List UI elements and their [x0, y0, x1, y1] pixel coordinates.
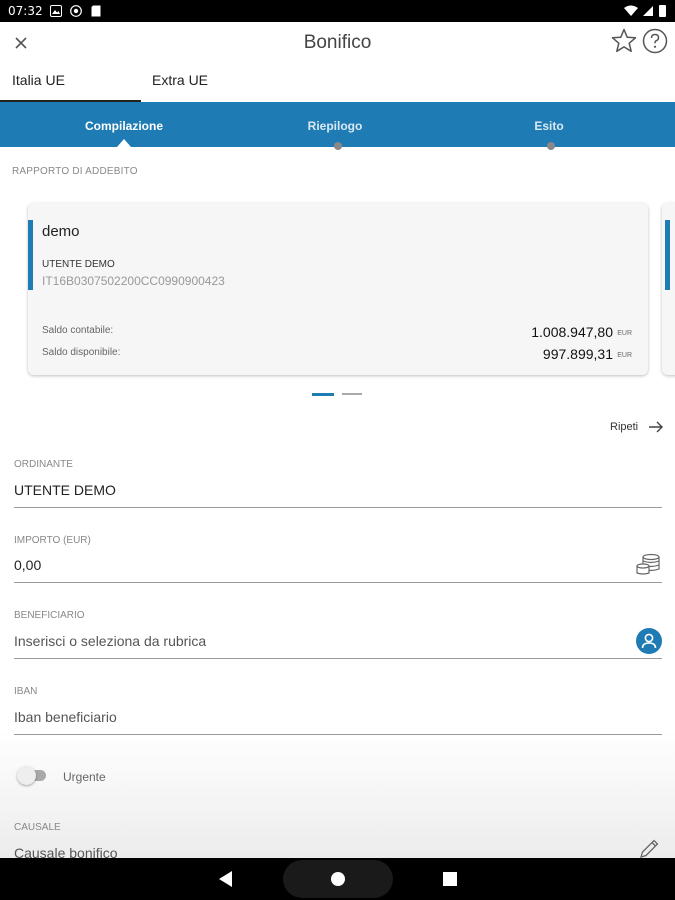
app-bar: Bonifico: [0, 22, 675, 66]
bottom-fade: [0, 730, 675, 858]
step-riepilogo: Riepilogo: [307, 119, 363, 133]
urgente-toggle-knob[interactable]: [17, 766, 36, 785]
account-name: demo: [42, 223, 80, 240]
importo-input[interactable]: 0,00: [14, 557, 41, 573]
ordinante-label: ORDINANTE: [14, 459, 73, 470]
home-icon[interactable]: [331, 872, 345, 886]
account-holder: UTENTE DEMO: [42, 259, 115, 270]
coins-icon[interactable]: [636, 553, 662, 575]
card-accent-bar: [665, 220, 670, 290]
arrow-right-icon[interactable]: [648, 420, 664, 434]
card-accent-bar: [28, 220, 33, 290]
iban-label: IBAN: [14, 686, 38, 697]
contact-book-icon: [641, 633, 657, 649]
star-icon[interactable]: [610, 27, 638, 55]
account-card[interactable]: demo UTENTE DEMO IT16B0307502200CC099090…: [28, 203, 648, 375]
help-icon[interactable]: [642, 28, 668, 54]
ordinante-underline: [14, 507, 662, 508]
balance-value: 1.008.947,80: [531, 324, 613, 340]
pencil-icon[interactable]: [638, 838, 662, 860]
tab-extra-ue[interactable]: Extra UE: [152, 72, 272, 102]
importo-label: IMPORTO (EUR): [14, 535, 91, 546]
step-esito: Esito: [534, 119, 564, 133]
status-bar: 07:32: [0, 0, 675, 22]
repeat-link[interactable]: Ripeti: [610, 421, 638, 433]
iban-input[interactable]: Iban beneficiario: [14, 709, 117, 725]
account-iban: IT16B0307502200CC0990900423: [42, 274, 225, 288]
iban-underline: [14, 734, 662, 735]
available-value: 997.899,31: [542, 346, 613, 362]
balance-label: Saldo contabile:: [42, 325, 114, 336]
beneficiario-input[interactable]: Inserisci o seleziona da rubrica: [14, 633, 206, 649]
page-title: Bonifico: [303, 32, 372, 53]
causale-label: CAUSALE: [14, 822, 61, 833]
section-label-rapporto: RAPPORTO DI ADDEBITO: [12, 166, 138, 177]
status-time: 07:32: [8, 4, 43, 18]
step-compilazione: Compilazione: [84, 119, 164, 133]
ordinante-value: UTENTE DEMO: [14, 482, 116, 498]
wifi-icon: [624, 5, 638, 16]
back-icon[interactable]: [218, 870, 234, 888]
system-status-icons: [624, 5, 666, 17]
contact-book-button[interactable]: [636, 628, 662, 654]
importo-underline: [14, 582, 662, 583]
step-dot-esito: [547, 142, 555, 150]
pager-indicator: [342, 393, 362, 395]
pager-indicator-active: [312, 393, 334, 396]
step-dot-riepilogo: [334, 142, 342, 150]
available-label: Saldo disponibile:: [42, 347, 121, 358]
next-account-card[interactable]: [662, 203, 675, 375]
recents-icon[interactable]: [443, 872, 457, 886]
urgente-label: Urgente: [63, 770, 106, 784]
beneficiario-underline: [14, 658, 662, 659]
tab-italia-ue[interactable]: Italia UE: [0, 72, 141, 102]
signal-icon: [643, 6, 653, 16]
system-nav-bar: [0, 858, 675, 900]
progress-stepper: Compilazione Riepilogo Esito: [0, 102, 675, 150]
available-currency: EUR: [617, 352, 632, 359]
circle-notification-icon: [70, 5, 82, 17]
balance-currency: EUR: [617, 330, 632, 337]
sd-card-icon: [91, 5, 101, 17]
beneficiario-label: BENEFICIARIO: [14, 610, 85, 621]
transfer-type-tabs: Italia UE Extra UE: [0, 66, 675, 102]
active-step-indicator: [117, 139, 131, 147]
battery-icon: [659, 5, 666, 17]
image-notification-icon: [50, 5, 62, 17]
